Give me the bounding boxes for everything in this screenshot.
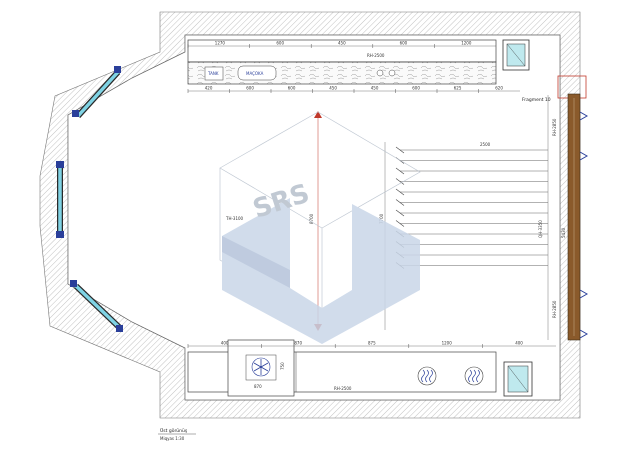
right-dim-mid2: 5430 [561,227,566,238]
top-dim-0: 1270 [215,41,226,46]
label-top-counter: RH-2500 [367,53,385,58]
label-hob-w: 870 [254,384,262,389]
bottom-dim-2: 875 [368,341,376,346]
bottom-dim-4: 400 [515,341,523,346]
floor-plan-svg: TANK MAÇOKA RH-2500 1270 600 450 600 1200 42… [39,11,589,441]
label-hob-d: 750 [280,362,285,370]
svg-text:Miqyas 1:30: Miqyas 1:30 [160,436,185,441]
shelf-dim: 2500 [480,142,491,147]
right-dim-top: RH-2850 [552,118,557,136]
top-bottom-dim-7: 620 [495,86,503,91]
bottom-dim-0: 400 [221,341,229,346]
center-dim-a: 8700 [309,213,314,224]
top-bottom-dim-2: 600 [288,86,296,91]
bottom-dim-3: 1200 [442,341,453,346]
top-bottom-dim-3: 450 [329,86,337,91]
top-dim-4: 1200 [461,41,472,46]
top-bottom-dim-0: 420 [205,86,213,91]
top-dim-2: 450 [338,41,346,46]
svg-text:Üst görünüş: Üst görünüş [160,427,188,434]
label-tank: TANK [207,71,219,76]
top-bottom-dim-5: 600 [412,86,420,91]
top-bottom-dim-4: 450 [371,86,379,91]
top-bottom-dim-6: 625 [454,86,462,91]
top-dim-1: 600 [276,41,284,46]
drawing-caption: Üst görünüş Miqyas 1:30 [158,427,196,441]
floor-plan-canvas: TANK MAÇOKA RH-2500 1270 600 450 600 1200 42… [0,0,640,451]
right-dim-mid: QH-3350 [538,220,543,238]
fragment-label: Fragment 10 [522,97,551,103]
label-bottom-counter: RH-2500 [334,386,352,391]
right-dim-bottom: RH-2850 [552,300,557,318]
bottom-dim-1: 870 [294,341,302,346]
door-markers [579,111,589,339]
top-bottom-dim-1: 600 [246,86,254,91]
left-label-tah: TH-3100 [225,216,244,221]
label-sink: MAÇOKA [246,71,264,76]
window-middle [56,161,64,238]
top-dim-3: 600 [400,41,408,46]
